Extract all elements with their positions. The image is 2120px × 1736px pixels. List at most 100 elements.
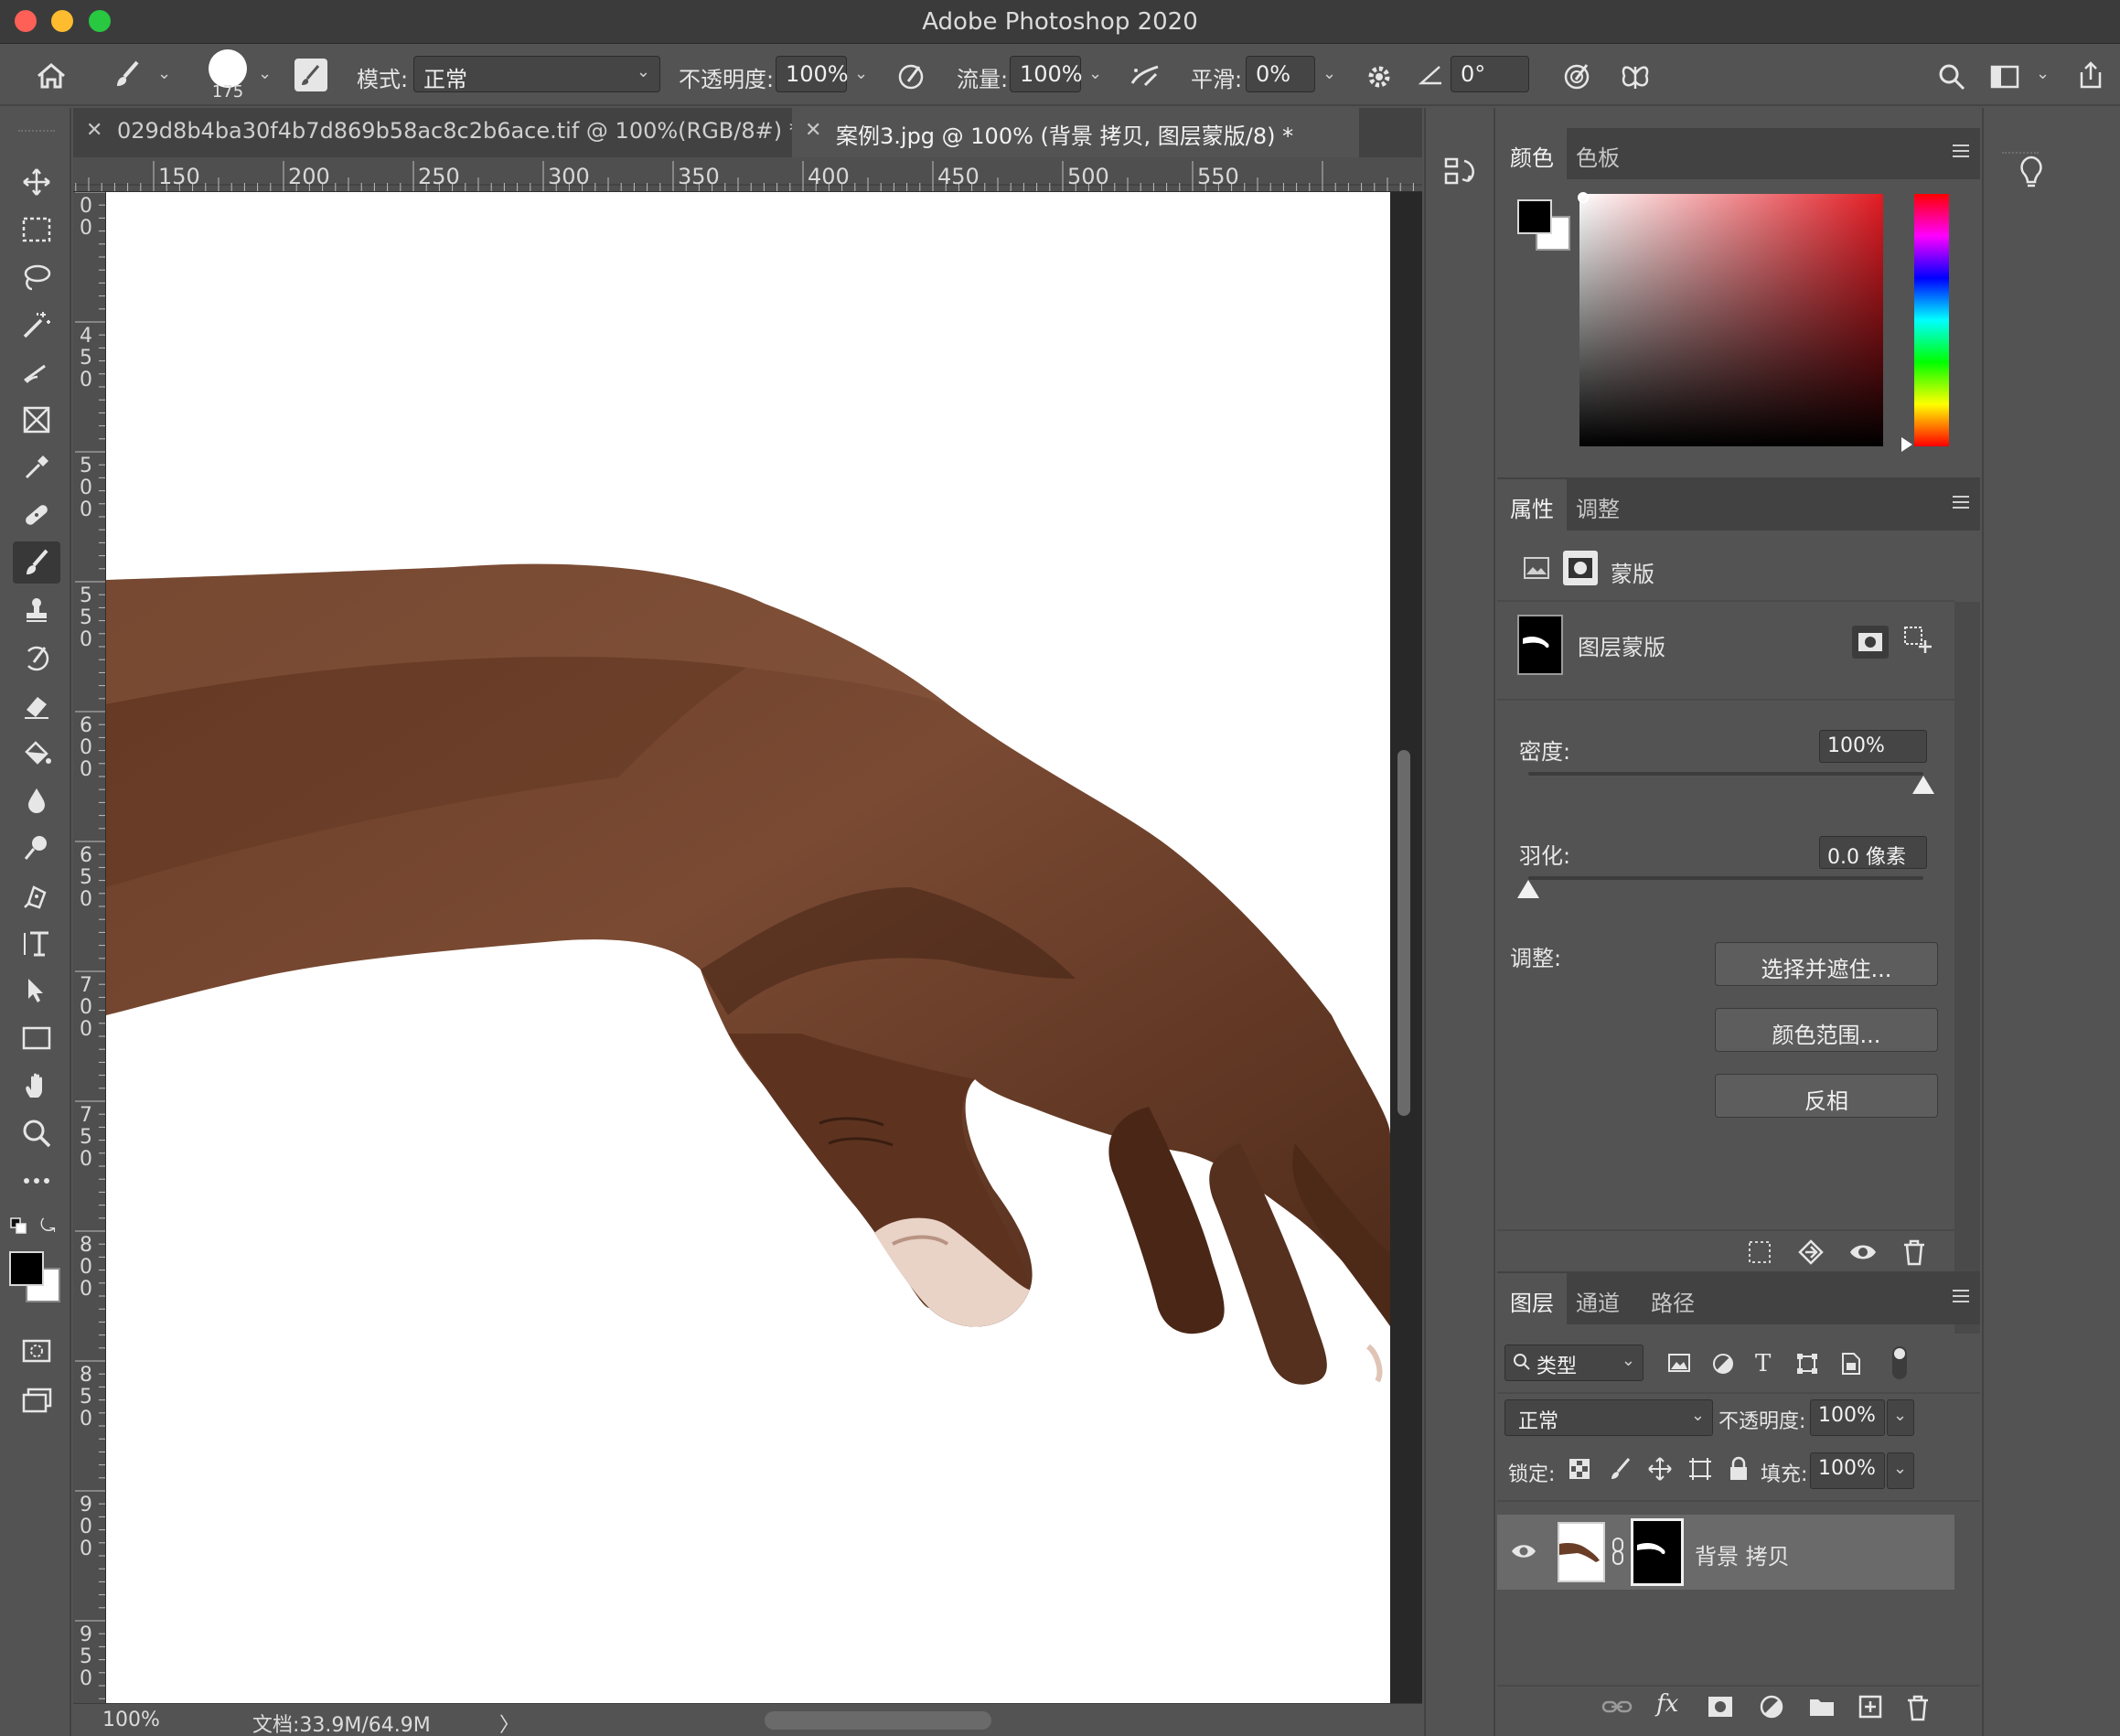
filter-type-layers-icon[interactable]: T bbox=[1755, 1350, 1771, 1377]
screen-mode-icon[interactable] bbox=[13, 1379, 60, 1421]
mode-select[interactable]: 正常 ⌄ bbox=[413, 56, 660, 92]
workspace-layout-icon[interactable] bbox=[1986, 59, 2023, 95]
pressure-opacity-icon[interactable] bbox=[893, 59, 929, 95]
layer-visibility-eye-icon[interactable] bbox=[1510, 1540, 1537, 1562]
tab-color[interactable]: 颜色 bbox=[1497, 128, 1567, 179]
angle-input[interactable]: 0° bbox=[1451, 56, 1529, 92]
zoom-tool-icon[interactable] bbox=[13, 1112, 60, 1154]
select-and-mask-button[interactable]: 选择并遮住... bbox=[1715, 942, 1938, 986]
properties-scroll-track[interactable] bbox=[1954, 602, 1980, 1334]
close-tab-icon[interactable]: ✕ bbox=[86, 119, 102, 142]
horizontal-scrollbar-thumb[interactable] bbox=[765, 1711, 991, 1730]
eraser-tool-icon[interactable] bbox=[13, 684, 60, 726]
foreground-color-swatch[interactable] bbox=[9, 1251, 44, 1286]
airbrush-icon[interactable] bbox=[1125, 59, 1165, 95]
workspace-chevron-down-icon[interactable]: ⌄ bbox=[2036, 64, 2050, 83]
crop-tool-icon[interactable] bbox=[13, 351, 60, 393]
healing-brush-tool-icon[interactable] bbox=[13, 494, 60, 536]
magic-wand-tool-icon[interactable] bbox=[13, 304, 60, 346]
color-saturation-field[interactable] bbox=[1579, 194, 1883, 446]
opacity-chevron-down-icon[interactable]: ⌄ bbox=[854, 64, 868, 83]
pixel-mask-type-icon[interactable] bbox=[1523, 556, 1550, 580]
close-tab-icon[interactable]: ✕ bbox=[805, 119, 821, 142]
tab-layers[interactable]: 图层 bbox=[1497, 1273, 1567, 1324]
history-panel-icon[interactable] bbox=[1442, 154, 1477, 188]
hue-slider-handle[interactable] bbox=[1901, 437, 1912, 452]
type-tool-icon[interactable] bbox=[13, 922, 60, 964]
tab-properties[interactable]: 属性 bbox=[1497, 479, 1567, 530]
layer-opacity-input[interactable]: 100% bbox=[1810, 1399, 1885, 1436]
color-panel-foreground-swatch[interactable] bbox=[1517, 199, 1552, 234]
dodge-tool-icon[interactable] bbox=[13, 827, 60, 869]
more-tools-icon[interactable] bbox=[13, 1160, 60, 1202]
document-canvas[interactable] bbox=[106, 192, 1390, 1703]
feather-slider-handle[interactable] bbox=[1517, 880, 1539, 898]
status-menu-arrow-icon[interactable]: 〉 bbox=[499, 1709, 519, 1736]
horizontal-ruler[interactable]: 150 200 250 300 350 400 450 500 550 bbox=[73, 157, 1422, 192]
opacity-input[interactable]: 100% bbox=[776, 56, 849, 92]
blend-mode-select[interactable]: 正常 ⌄ bbox=[1504, 1399, 1713, 1436]
layer-opacity-chevron-down-icon[interactable]: ⌄ bbox=[1887, 1399, 1914, 1436]
rectangle-tool-icon[interactable] bbox=[13, 1017, 60, 1059]
smoothing-chevron-down-icon[interactable]: ⌄ bbox=[1322, 64, 1336, 83]
link-layers-icon[interactable] bbox=[1601, 1696, 1633, 1718]
lock-transparent-pixels-icon[interactable] bbox=[1569, 1458, 1590, 1480]
panel-menu-icon[interactable] bbox=[1951, 1288, 1971, 1304]
invert-button[interactable]: 反相 bbox=[1715, 1074, 1938, 1118]
filter-shape-layers-icon[interactable] bbox=[1795, 1352, 1819, 1376]
tab-paths[interactable]: 路径 bbox=[1638, 1273, 1708, 1324]
home-icon[interactable] bbox=[31, 59, 71, 93]
new-group-folder-icon[interactable] bbox=[1808, 1696, 1836, 1718]
new-adjustment-layer-icon[interactable] bbox=[1759, 1694, 1784, 1720]
lock-image-pixels-icon[interactable] bbox=[1607, 1456, 1633, 1482]
hue-slider[interactable] bbox=[1914, 194, 1949, 446]
tab-document-1[interactable]: ✕ 029d8b4ba30f4b7d869b58ac8c2b6ace.tif @… bbox=[73, 108, 800, 157]
history-brush-tool-icon[interactable] bbox=[13, 637, 60, 679]
feather-slider-track[interactable] bbox=[1528, 876, 1923, 880]
load-selection-icon[interactable] bbox=[1746, 1238, 1773, 1266]
marquee-tool-icon[interactable] bbox=[13, 209, 60, 251]
blur-tool-icon[interactable] bbox=[13, 779, 60, 821]
tab-adjustments[interactable]: 调整 bbox=[1563, 479, 1633, 530]
filter-smart-objects-icon[interactable] bbox=[1839, 1352, 1861, 1376]
brush-tool-icon[interactable] bbox=[13, 541, 60, 584]
panel-menu-icon[interactable] bbox=[1951, 143, 1971, 159]
layer-mask-type-icon[interactable] bbox=[1563, 551, 1598, 585]
density-slider-handle[interactable] bbox=[1912, 776, 1934, 794]
vertical-scrollbar-thumb[interactable] bbox=[1397, 750, 1410, 1116]
move-tool-icon[interactable] bbox=[13, 161, 60, 203]
toggle-mask-visibility-eye-icon[interactable] bbox=[1848, 1238, 1878, 1266]
clone-stamp-tool-icon[interactable] bbox=[13, 589, 60, 631]
layer-mask-link-chain-icon[interactable] bbox=[1611, 1537, 1625, 1566]
brush-settings-panel-icon[interactable] bbox=[294, 59, 327, 91]
density-slider-track[interactable] bbox=[1528, 772, 1923, 776]
frame-tool-icon[interactable] bbox=[13, 399, 60, 441]
tab-channels[interactable]: 通道 bbox=[1563, 1273, 1633, 1324]
brush-preset-chevron-down-icon[interactable]: ⌄ bbox=[157, 64, 171, 83]
add-vector-mask-icon[interactable] bbox=[1903, 626, 1933, 655]
density-input[interactable]: 100% bbox=[1819, 730, 1927, 763]
vertical-ruler[interactable]: 0 0 4 5 0 5 0 0 5 5 0 6 0 0 6 5 0 7 0 0 7 5 0 8 … bbox=[73, 192, 106, 1703]
flow-chevron-down-icon[interactable]: ⌄ bbox=[1088, 64, 1102, 83]
color-picker-cursor[interactable] bbox=[1578, 192, 1589, 203]
smoothing-input[interactable]: 0% bbox=[1246, 56, 1315, 92]
paint-bucket-tool-icon[interactable] bbox=[13, 732, 60, 774]
filter-toggle-switch[interactable] bbox=[1892, 1346, 1907, 1379]
select-mask-icon[interactable] bbox=[1852, 626, 1889, 659]
pressure-size-icon[interactable] bbox=[1558, 59, 1595, 95]
zoom-level[interactable]: 100% bbox=[102, 1709, 160, 1731]
layer-row[interactable]: 背景 拷贝 bbox=[1497, 1515, 1954, 1590]
default-colors-icon[interactable] bbox=[9, 1216, 29, 1237]
new-layer-icon[interactable] bbox=[1858, 1694, 1883, 1720]
lasso-tool-icon[interactable] bbox=[13, 256, 60, 298]
color-range-button[interactable]: 颜色范围... bbox=[1715, 1008, 1938, 1052]
tab-swatches[interactable]: 色板 bbox=[1563, 128, 1633, 179]
lock-all-icon[interactable] bbox=[1728, 1456, 1750, 1482]
smoothing-gear-icon[interactable] bbox=[1361, 59, 1397, 95]
apply-mask-icon[interactable] bbox=[1797, 1238, 1825, 1266]
layer-thumbnail[interactable] bbox=[1558, 1522, 1605, 1582]
fill-input[interactable]: 100% bbox=[1810, 1452, 1885, 1489]
path-selection-tool-icon[interactable] bbox=[13, 970, 60, 1012]
delete-mask-trash-icon[interactable] bbox=[1901, 1238, 1927, 1266]
pen-tool-icon[interactable] bbox=[13, 874, 60, 916]
